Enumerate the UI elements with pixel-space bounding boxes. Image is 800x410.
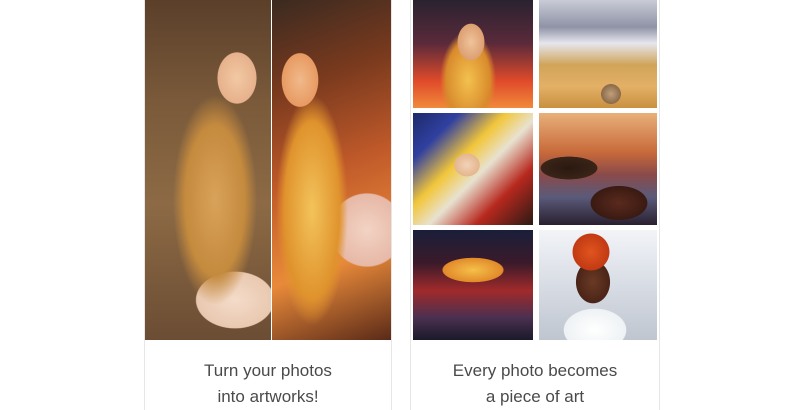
screenshot-panel-left: Turn your photos into artworks!	[144, 0, 392, 410]
artwork-gallery-grid	[411, 0, 659, 340]
caption-line-1: Turn your photos	[204, 361, 332, 380]
original-photo-half	[145, 0, 271, 340]
gallery-tile-smiling-woman	[539, 230, 657, 340]
gallery-tile-portrait	[413, 0, 533, 108]
panel-caption: Turn your photos into artworks!	[145, 358, 391, 410]
gallery-tile-sky-field	[539, 0, 657, 108]
before-after-portrait-image	[145, 0, 391, 340]
caption-line-2: a piece of art	[485, 387, 585, 406]
artwork-filter-half	[272, 0, 391, 340]
comparison-divider	[271, 0, 272, 340]
screenshot-panel-right: Every photo becomes a piece of art	[410, 0, 660, 410]
caption-line-2: into artworks!	[217, 387, 319, 406]
gallery-tile-shoreline	[539, 113, 657, 225]
panel-caption: Every photo becomes a piece of art	[411, 358, 659, 410]
caption-line-1: Every photo becomes	[452, 361, 618, 380]
gallery-tile-boat	[413, 113, 533, 225]
gallery-tile-street-market	[413, 230, 533, 340]
